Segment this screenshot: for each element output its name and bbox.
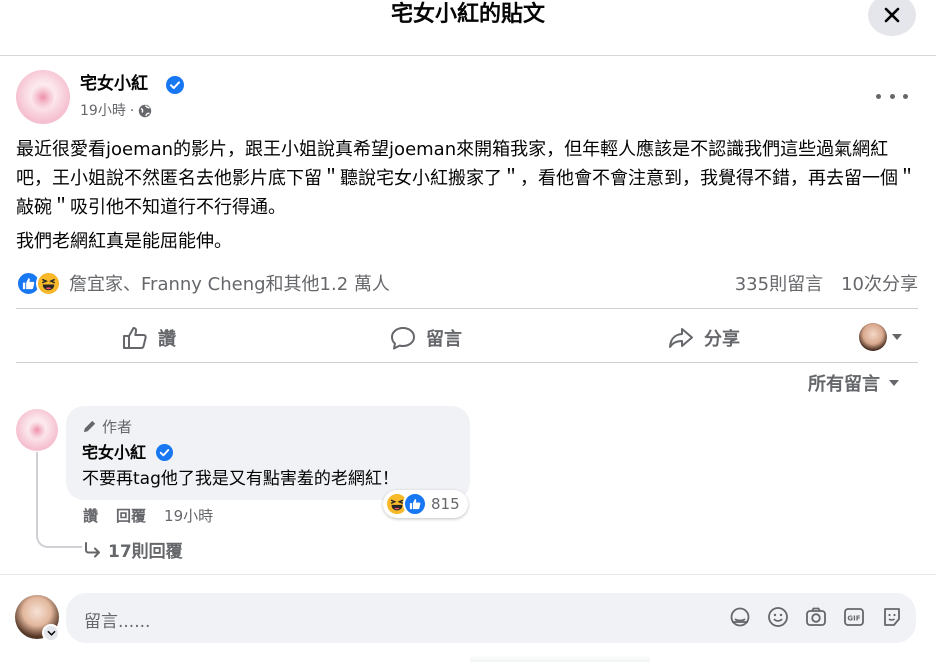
comment-label: 留言 xyxy=(426,329,462,350)
sticker-button[interactable] xyxy=(728,605,752,629)
share-button[interactable]: 分享 xyxy=(668,318,740,358)
engagement-counts: 335則留言 10次分享 xyxy=(735,270,918,296)
reactions-summary: 詹宜家、Franny Cheng和其他1.2 萬人 335則留言 10次分享 xyxy=(16,268,918,298)
post-time[interactable]: 19小時 xyxy=(80,101,126,121)
post-more-button[interactable] xyxy=(876,86,908,106)
comment-actions: 讚 回覆 19小時 xyxy=(83,505,213,527)
shares-count[interactable]: 10次分享 xyxy=(841,270,918,296)
gif-icon: GIF xyxy=(844,608,864,626)
commenter-avatar[interactable] xyxy=(16,409,58,451)
reaction-icons[interactable] xyxy=(16,270,61,296)
post-body: 最近很愛看joeman的影片，跟王小姐說真希望joeman來開箱我家，但年輕人應… xyxy=(16,135,916,256)
dialog-header: 宅女小紅的貼文 xyxy=(0,0,936,56)
post-paragraph: 最近很愛看joeman的影片，跟王小姐說真希望joeman來開箱我家，但年輕人應… xyxy=(16,139,916,218)
more-icon xyxy=(876,93,881,99)
viewer-avatar xyxy=(859,323,887,351)
post-meta: 19小時 · xyxy=(80,101,152,121)
comment-input-placeholder: 留言...... xyxy=(84,612,151,632)
sort-label: 所有留言 xyxy=(808,374,880,395)
author-badge: 作者 xyxy=(82,416,132,437)
chevron-down-icon xyxy=(892,334,902,340)
author-badge-label: 作者 xyxy=(102,418,133,436)
comment-icon xyxy=(391,327,415,350)
emoji-button[interactable] xyxy=(766,605,790,629)
gif-button[interactable]: GIF xyxy=(842,605,866,629)
avatar-sticker-button[interactable] xyxy=(880,605,904,629)
replies-count: 17則回覆 xyxy=(108,542,183,562)
svg-text:GIF: GIF xyxy=(847,615,860,623)
comment-reply-button[interactable]: 回覆 xyxy=(116,505,146,527)
comments-count[interactable]: 335則留言 xyxy=(735,270,823,296)
comment-text: 不要再tag他了我是又有點害羞的老網紅！ xyxy=(82,469,399,489)
divider xyxy=(16,308,918,309)
post-author-name[interactable]: 宅女小紅 xyxy=(80,72,148,96)
meta-separator: · xyxy=(129,103,135,119)
share-icon xyxy=(669,328,693,348)
haha-reaction-icon xyxy=(36,270,61,296)
post-author-avatar[interactable] xyxy=(16,70,70,124)
reaction-names[interactable]: 詹宜家、Franny Cheng和其他1.2 萬人 xyxy=(69,270,390,296)
comment-sort[interactable]: 所有留言 xyxy=(808,370,900,396)
verified-icon xyxy=(166,76,184,94)
share-label: 分享 xyxy=(704,329,740,350)
post-action-bar: 讚 留言 分享 xyxy=(16,318,918,358)
chevron-down-icon xyxy=(46,630,56,636)
comment-composer: 留言...... GIF xyxy=(0,574,936,662)
avatar-sticker-icon xyxy=(884,608,900,626)
sticker-icon xyxy=(730,607,750,627)
camera-button[interactable] xyxy=(804,605,828,629)
dialog-title: 宅女小紅的貼文 xyxy=(390,2,545,27)
emoji-icon xyxy=(768,607,788,627)
chevron-down-icon xyxy=(889,380,899,386)
comment-bubble: 作者 宅女小紅 不要再tag他了我是又有點害羞的老網紅！ xyxy=(66,406,470,500)
commenter-name[interactable]: 宅女小紅 xyxy=(82,442,146,464)
divider xyxy=(16,362,918,363)
comment-button[interactable]: 留言 xyxy=(390,318,462,358)
composer-tools: GIF xyxy=(728,605,904,629)
reply-arrow-icon xyxy=(85,541,100,557)
profile-switch-badge[interactable] xyxy=(42,624,60,642)
pencil-icon xyxy=(83,420,96,433)
view-replies-button[interactable]: 17則回覆 xyxy=(84,537,183,562)
globe-icon xyxy=(139,104,152,118)
comment-time[interactable]: 19小時 xyxy=(164,505,213,527)
like-reaction-icon xyxy=(403,492,427,516)
close-button[interactable] xyxy=(868,0,916,36)
close-icon xyxy=(884,7,900,23)
camera-icon xyxy=(806,607,826,626)
like-label: 讚 xyxy=(158,329,176,350)
comment-reaction-count: 815 xyxy=(431,495,460,513)
comment-reactions[interactable]: 815 xyxy=(383,490,468,518)
react-as-selector[interactable] xyxy=(859,323,903,351)
thumbs-up-icon xyxy=(123,327,147,349)
like-button[interactable]: 讚 xyxy=(122,318,176,358)
scroll-hint xyxy=(470,655,650,662)
verified-icon xyxy=(156,444,173,461)
post-paragraph: 我們老網紅真是能屈能伸。 xyxy=(16,231,232,252)
comment-like-button[interactable]: 讚 xyxy=(83,505,98,527)
